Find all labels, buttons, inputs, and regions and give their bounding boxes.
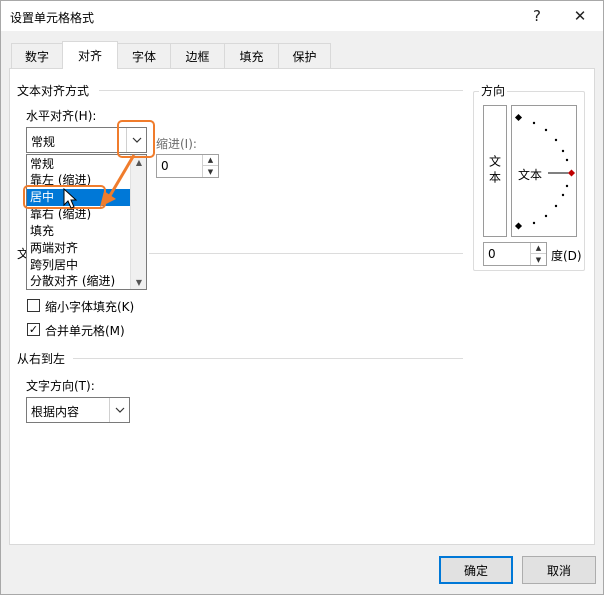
spin-down-icon[interactable]: ▼ [203, 166, 218, 177]
section-divider [99, 90, 463, 91]
ok-button-label: 确定 [463, 563, 488, 578]
dropdown-option-distributed[interactable]: 分散对齐 (缩进) [27, 273, 131, 290]
tab-alignment-label: 对齐 [77, 49, 102, 63]
horizontal-alignment-value: 常规 [31, 135, 56, 149]
tab-protection-label: 保护 [292, 49, 317, 64]
text-direction-value: 根据内容 [31, 405, 80, 419]
tab-number-label: 数字 [24, 49, 49, 64]
degree-spinner[interactable]: 0 ▲ ▼ [483, 242, 547, 266]
cancel-button[interactable]: 取消 [522, 556, 596, 584]
ok-button[interactable]: 确定 [439, 556, 513, 584]
help-button[interactable]: ? [520, 3, 554, 29]
dialog-title: 设置单元格格式 [10, 11, 95, 25]
text-direction-select[interactable]: 根据内容 [26, 397, 130, 423]
checkmark-icon: ✓ [28, 323, 39, 336]
orientation-title: 方向 [479, 82, 508, 99]
shrink-to-fit-label: 缩小字体填充(K) [45, 300, 135, 314]
tab-fill-label: 填充 [239, 49, 264, 64]
indent-spinner[interactable]: 0 ▲ ▼ [156, 154, 219, 178]
vertical-text-button[interactable]: 文本 [483, 105, 507, 237]
merge-cells-checkbox[interactable]: ✓ [27, 323, 40, 336]
spin-up-icon[interactable]: ▲ [203, 155, 218, 166]
merge-cells-label: 合并单元格(M) [45, 324, 125, 338]
spin-down-icon[interactable]: ▼ [531, 254, 546, 265]
dropdown-option-center-across[interactable]: 跨列居中 [27, 257, 131, 274]
tab-font[interactable]: 字体 [117, 43, 171, 68]
tab-fill[interactable]: 填充 [224, 43, 279, 68]
tab-protection[interactable]: 保护 [278, 43, 331, 68]
text-direction-label: 文字方向(T): [26, 379, 95, 393]
tab-font-label: 字体 [131, 49, 156, 64]
section-divider [73, 358, 463, 359]
indent-value: 0 [161, 159, 169, 173]
mouse-cursor-icon [63, 188, 78, 209]
format-cells-dialog: 设置单元格格式 ? ✕ 数字 对齐 字体 边框 填充 保护 文本对齐方式 水平对… [0, 0, 604, 595]
title-bar: 设置单元格格式 ? ✕ [1, 1, 603, 31]
chevron-down-icon[interactable] [109, 398, 129, 422]
annotation-arrow-icon [100, 154, 136, 207]
section-divider [149, 253, 463, 254]
cancel-button-label: 取消 [546, 563, 571, 578]
shrink-to-fit-checkbox[interactable] [27, 299, 40, 312]
indent-spinner-buttons[interactable]: ▲ ▼ [202, 155, 218, 177]
tab-border[interactable]: 边框 [170, 43, 225, 68]
indent-label: 缩进(I): [156, 137, 197, 151]
degree-label: 度(D) [551, 249, 582, 263]
tab-alignment[interactable]: 对齐 [62, 41, 118, 69]
tab-border-label: 边框 [185, 49, 210, 64]
rtl-section-title: 从右到左 [17, 352, 66, 366]
dial-text-label: 文本 [518, 168, 543, 182]
close-icon: ✕ [573, 7, 587, 25]
scroll-down-icon[interactable]: ▼ [131, 275, 147, 289]
horizontal-alignment-label: 水平对齐(H): [26, 109, 97, 123]
text-alignment-section-title: 文本对齐方式 [17, 84, 90, 98]
dropdown-option-fill[interactable]: 填充 [27, 223, 131, 240]
spin-up-icon[interactable]: ▲ [531, 243, 546, 254]
close-button[interactable]: ✕ [563, 3, 597, 29]
dropdown-option-justify[interactable]: 两端对齐 [27, 240, 131, 257]
degree-value: 0 [488, 247, 496, 261]
vertical-text-label: 文本 [487, 155, 502, 187]
orientation-dial[interactable]: 文本 [511, 105, 577, 237]
tab-number[interactable]: 数字 [11, 43, 63, 68]
degree-spinner-buttons[interactable]: ▲ ▼ [530, 243, 546, 265]
help-icon: ? [533, 7, 541, 25]
